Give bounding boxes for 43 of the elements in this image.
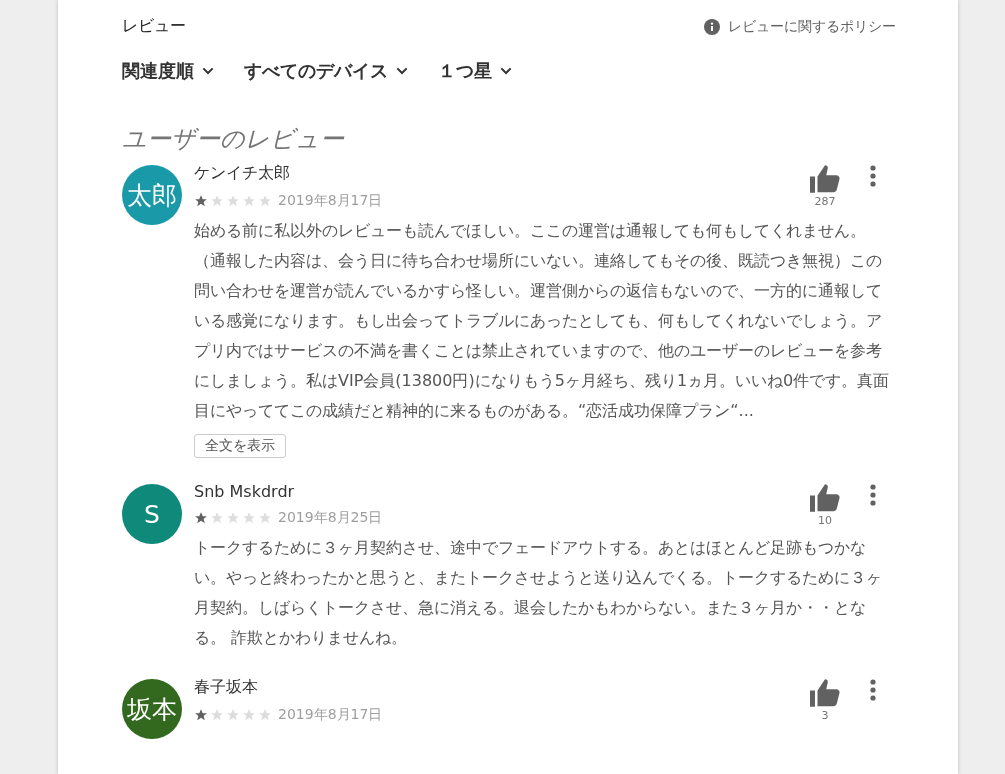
like-count: 3 [821,709,829,722]
review-date: 2019年8月17日 [278,706,383,724]
star-icon [194,194,208,208]
like-count: 10 [818,514,832,527]
review-text: 始める前に私以外のレビューも読んでほしい。ここの運営は通報しても何もしてくれません。（通報した内容は、会う日に待ち合わせ場所にいない。連絡してもその後、既読つき無視）この問い合わせを運営が読んでいるかすら怪しい。運営側からの返信もないので、一方的に通報している感覚になります。もし出会ってトラブルにあったとしても、何もしてくれないでしょう。アプリ内ではサービスの不満を書くことは禁止されていますので、他のユーザーのレビューを参考にしましょう。私はVIP会員(13800円)になりもう5ヶ月経ち、残り1ヵ月。いいね0件です。真面目にやっててこの成績だと精神的に来るものがある。“恋活成功保障プラン“... [194,220,891,422]
star-icon [242,708,256,722]
star-icon [258,708,272,722]
more-icon[interactable] [870,165,876,187]
more-icon[interactable] [870,484,876,506]
reviewer-name: Snb Mskdrdr [194,482,296,501]
star-icon [226,511,240,525]
thumbs-up-icon[interactable] [810,679,840,707]
review-text: トークするために３ヶ月契約させ、途中でフェードアウトする。あとはほとんど足跡もつかない。やっと終わったかと思うと、またトークさせようと送り込んでくる。トークするために３ヶ月契約。しばらくトークさせ、急に消える。退会したかもわからない。また３ヶ月か・・となる。 詐欺とかわりませんね。 [194,537,883,649]
policy-link[interactable]: レビューに関するポリシー [704,17,896,36]
filter-dropdown[interactable]: すべてのデバイス [244,59,410,83]
star-icon [226,708,240,722]
review-date: 2019年8月25日 [278,509,383,527]
filter-dropdown[interactable]: １つ星 [438,59,514,83]
more-icon[interactable] [870,679,876,701]
star-icon [226,194,240,208]
section-title: ユーザーのレビュー [122,124,346,155]
star-icon [210,511,224,525]
star-icon [258,194,272,208]
star-icon [210,708,224,722]
star-icon [242,511,256,525]
reviewer-name: 春子坂本 [194,677,259,698]
star-icon [194,708,208,722]
reviewer-name: ケンイチ太郎 [194,163,291,184]
review-date: 2019年8月17日 [278,192,383,210]
star-icon [210,194,224,208]
page-title: レビュー [122,16,186,37]
thumbs-up-icon[interactable] [810,165,840,193]
filter-dropdown[interactable]: 関連度順 [122,59,216,83]
like-count: 287 [814,195,836,208]
star-icon [242,194,256,208]
info-icon [704,18,720,35]
star-icon [194,511,208,525]
star-icon [258,511,272,525]
avatar: 坂本 [122,679,182,739]
avatar: S [122,484,182,544]
thumbs-up-icon[interactable] [810,484,840,512]
avatar: 太郎 [122,165,182,225]
show-full-button[interactable]: 全文を表示 [194,434,286,458]
